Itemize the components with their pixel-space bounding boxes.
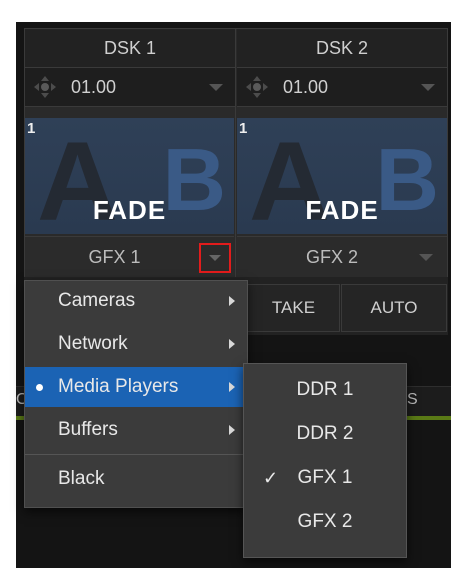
menu-item-label: Media Players <box>58 376 179 397</box>
transition-label: FADE <box>305 195 379 225</box>
chevron-down-icon[interactable] <box>419 254 433 261</box>
dsk-1-source-label: GFX 1 <box>88 246 141 267</box>
dsk-2-duration[interactable]: 01.00 <box>277 77 421 98</box>
submenu-item-gfx-1[interactable]: ✓ GFX 1 <box>244 458 406 498</box>
screenshot-margin-top <box>0 0 457 22</box>
menu-item-label: Cameras <box>58 290 136 311</box>
menu-separator <box>25 454 247 455</box>
submenu-arrow-icon <box>229 382 235 392</box>
dsk-1-duration-row: 01.00 <box>25 68 235 107</box>
submenu-item-label: GFX 1 <box>297 467 353 488</box>
media-players-submenu: DDR 1 DDR 2 ✓ GFX 1 GFX 2 <box>243 363 407 558</box>
menu-item-label: Black <box>58 468 105 489</box>
menu-item-cameras[interactable]: Cameras <box>25 281 247 321</box>
dsk-2-header: DSK 2 <box>237 29 447 68</box>
menu-item-media-players[interactable]: Media Players <box>25 367 247 407</box>
menu-item-network[interactable]: Network <box>25 324 247 364</box>
dropdown-arrow-icon[interactable] <box>421 83 435 91</box>
move-icon[interactable] <box>237 68 277 106</box>
dsk-2-source-select[interactable]: GFX 2 <box>237 236 447 277</box>
dropdown-arrow-icon[interactable] <box>209 83 223 91</box>
submenu-item-label: DDR 2 <box>296 423 354 444</box>
dsk-1-header: DSK 1 <box>25 29 235 68</box>
source-context-menu: Cameras Network Media Players Buffers Bl… <box>24 280 248 508</box>
submenu-item-ddr-1[interactable]: DDR 1 <box>244 370 406 410</box>
take-button[interactable]: TAKE <box>247 284 340 332</box>
slot-number: 1 <box>27 120 36 137</box>
submenu-arrow-icon <box>229 296 235 306</box>
dsk-1-source-dropdown-button[interactable] <box>199 243 231 273</box>
menu-item-label: Buffers <box>58 419 118 440</box>
auto-button[interactable]: AUTO <box>341 284 447 332</box>
dsk-1-preview[interactable]: 1 A B FADE <box>25 118 234 234</box>
menu-item-buffers[interactable]: Buffers <box>25 410 247 450</box>
screenshot-margin-left <box>0 0 16 568</box>
screenshot-margin-right <box>451 0 457 568</box>
submenu-arrow-icon <box>229 339 235 349</box>
dsk-1-duration[interactable]: 01.00 <box>65 77 209 98</box>
dsk-2-duration-row: 01.00 <box>237 68 447 107</box>
chevron-down-icon <box>209 255 221 261</box>
submenu-arrow-icon <box>229 425 235 435</box>
move-icon[interactable] <box>25 68 65 106</box>
checkmark-icon: ✓ <box>263 467 279 488</box>
submenu-item-label: DDR 1 <box>296 379 354 400</box>
transition-label: FADE <box>92 195 167 225</box>
submenu-item-gfx-2[interactable]: GFX 2 <box>244 502 406 542</box>
menu-item-black[interactable]: Black <box>25 459 247 499</box>
dsk-2-preview[interactable]: 1 A B FADE <box>237 118 447 234</box>
bullet-icon <box>36 383 43 391</box>
submenu-item-label: GFX 2 <box>297 511 353 532</box>
menu-item-label: Network <box>58 333 128 354</box>
dsk-2-source-label: GFX 2 <box>305 246 358 267</box>
background-tab-fragment-right[interactable]: S <box>407 391 418 409</box>
slot-number: 1 <box>239 120 248 137</box>
submenu-item-ddr-2[interactable]: DDR 2 <box>244 414 406 454</box>
